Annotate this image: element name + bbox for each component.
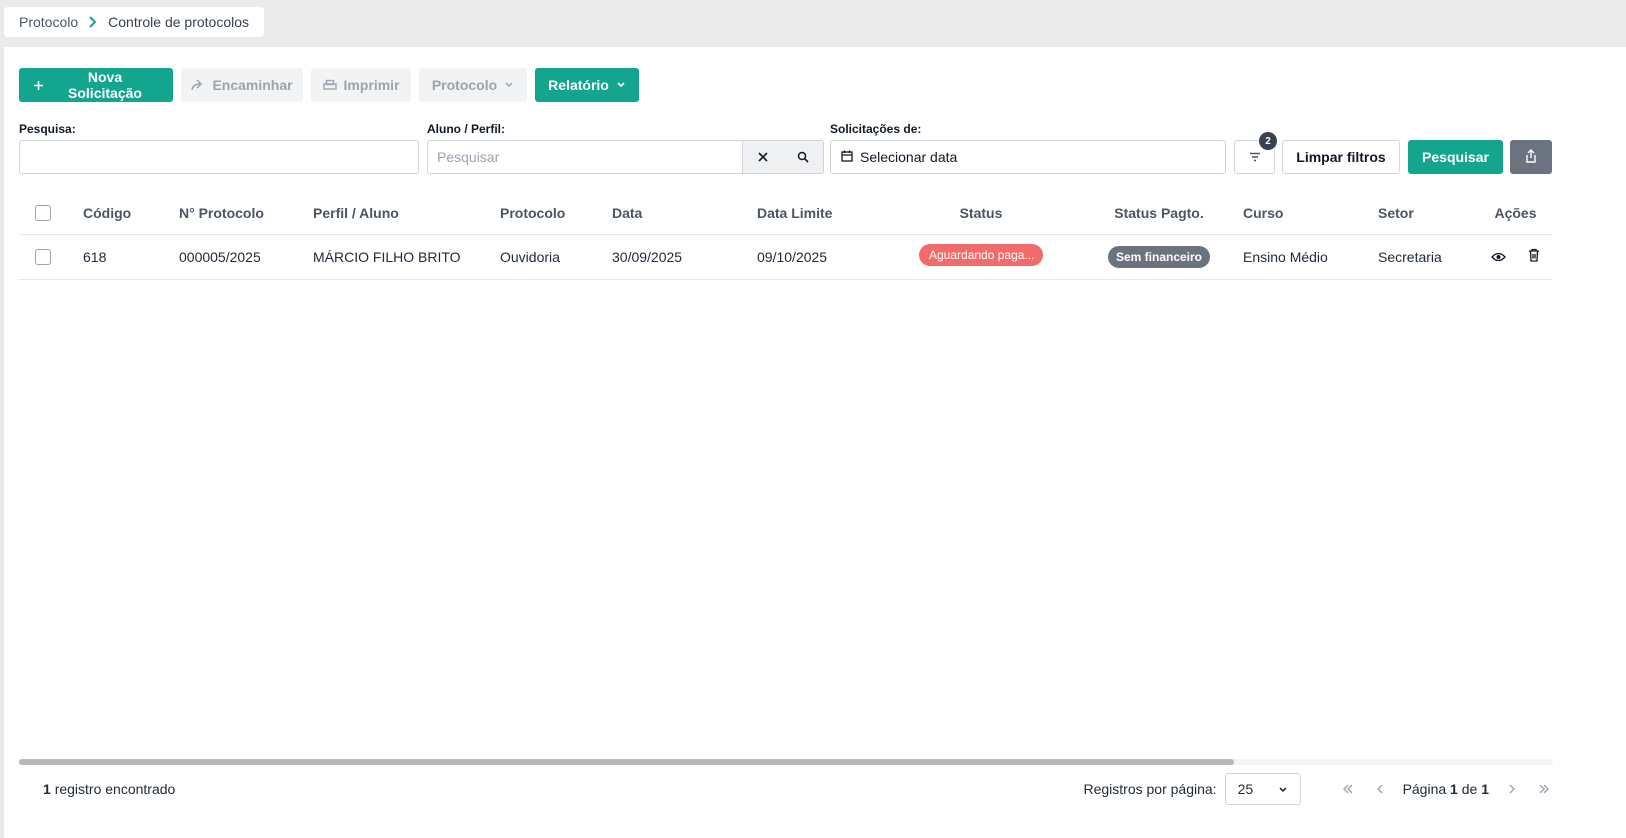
record-count-number: 1 (43, 781, 51, 797)
cell-status-pagto: Sem financeiro (1075, 234, 1243, 280)
printer-icon (322, 79, 337, 91)
pesquisa-field[interactable] (19, 140, 419, 174)
per-page-label: Registros por página: (1083, 781, 1217, 797)
protocolo-dropdown-label: Protocolo (431, 77, 498, 93)
scrollbar-thumb[interactable] (19, 759, 1234, 765)
select-all-cell (19, 192, 83, 235)
imprimir-button[interactable]: Imprimir (311, 68, 411, 102)
cell-acoes (1478, 234, 1553, 280)
forward-icon (191, 79, 205, 91)
table-header-row: Código N° Protocolo Perfil / Aluno Proto… (19, 192, 1553, 235)
header-protocolo[interactable]: Protocolo (500, 192, 612, 235)
chevron-down-icon (1278, 781, 1288, 797)
header-acoes: Ações (1478, 192, 1553, 235)
cell-data: 30/09/2025 (612, 234, 757, 280)
header-setor[interactable]: Setor (1378, 192, 1478, 235)
trash-icon[interactable] (1528, 248, 1540, 265)
calendar-icon (841, 149, 853, 165)
filters-bar: Pesquisa: Aluno / Perfil: Solicitações d… (19, 122, 1626, 182)
plus-icon (33, 80, 44, 91)
export-icon (1525, 148, 1537, 166)
protocols-table: Código N° Protocolo Perfil / Aluno Proto… (19, 192, 1553, 280)
record-count-text: registro encontrado (54, 781, 176, 797)
main-panel: Nova Solicitação Encaminhar Imprimir Pro… (4, 47, 1626, 838)
advanced-filter-button[interactable]: 2 (1234, 132, 1277, 174)
cell-data-limite: 09/10/2025 (757, 234, 887, 280)
first-page-icon[interactable] (1339, 784, 1357, 794)
page-of: de (1461, 781, 1478, 797)
header-curso[interactable]: Curso (1243, 192, 1378, 235)
limpar-filtros-button[interactable]: Limpar filtros (1282, 140, 1400, 174)
header-codigo[interactable]: Código (83, 192, 179, 235)
header-protocolo-num[interactable]: N° Protocolo (179, 192, 313, 235)
table-row[interactable]: 618 000005/2025 MÁRCIO FILHO BRITO Ouvid… (19, 234, 1553, 280)
filter-icon (1249, 149, 1261, 165)
chevron-right-icon (88, 16, 98, 28)
cell-aluno: MÁRCIO FILHO BRITO (313, 234, 500, 280)
protocolo-dropdown[interactable]: Protocolo (419, 68, 527, 102)
cell-protocolo-num: 000005/2025 (179, 234, 313, 280)
table-footer: 1 registro encontrado Registros por pági… (19, 771, 1553, 807)
breadcrumb-current: Controle de protocolos (108, 14, 250, 30)
imprimir-label: Imprimir (343, 77, 400, 93)
page-label: Página (1402, 781, 1447, 797)
breadcrumb: Protocolo Controle de protocolos (4, 7, 265, 37)
select-all-checkbox[interactable] (35, 204, 51, 221)
pagination-area: Registros por página: 25 Página 1 de 1 (1083, 773, 1553, 805)
per-page-select[interactable]: 25 (1224, 773, 1301, 805)
page-indicator: Página 1 de 1 (1403, 781, 1489, 797)
date-picker[interactable]: Selecionar data (830, 140, 1226, 174)
cell-codigo: 618 (83, 234, 179, 280)
header-aluno[interactable]: Perfil / Aluno (313, 192, 500, 235)
cell-status: Aguardando paga... (887, 234, 1075, 280)
solicitacoes-label: Solicitações de: (830, 122, 922, 136)
chevron-down-icon (504, 81, 514, 89)
encaminhar-label: Encaminhar (212, 77, 293, 93)
eye-icon[interactable] (1491, 249, 1506, 265)
cell-curso: Ensino Médio (1243, 234, 1378, 280)
pager: Página 1 de 1 (1339, 781, 1553, 797)
aluno-field-buttons (742, 141, 823, 173)
record-count: 1 registro encontrado (43, 781, 175, 797)
header-status-pagto[interactable]: Status Pagto. (1075, 192, 1243, 235)
page-total: 1 (1481, 781, 1489, 797)
last-page-icon[interactable] (1535, 784, 1553, 794)
encaminhar-button[interactable]: Encaminhar (181, 68, 303, 102)
aluno-field[interactable] (427, 140, 824, 174)
header-data[interactable]: Data (612, 192, 757, 235)
relatorio-dropdown-label: Relatório (548, 77, 609, 93)
filter-count-badge: 2 (1259, 132, 1277, 150)
pesquisa-label: Pesquisa: (19, 122, 76, 136)
per-page-value: 25 (1237, 781, 1254, 797)
nova-solicitacao-button[interactable]: Nova Solicitação (19, 68, 173, 102)
header-data-limite[interactable]: Data Limite (757, 192, 887, 235)
pesquisa-input[interactable] (20, 141, 418, 173)
chevron-down-icon (616, 81, 626, 89)
cell-protocolo: Ouvidoria (500, 234, 612, 280)
export-button[interactable] (1510, 140, 1552, 174)
aluno-search-input[interactable] (428, 141, 745, 173)
row-select-cell (19, 234, 83, 280)
prev-page-icon[interactable] (1371, 784, 1389, 794)
status-badge: Aguardando paga... (919, 244, 1043, 266)
next-page-icon[interactable] (1503, 784, 1521, 794)
aluno-label: Aluno / Perfil: (427, 122, 505, 136)
status-pagto-badge: Sem financeiro (1107, 245, 1211, 268)
close-icon[interactable] (743, 141, 783, 173)
cell-setor: Secretaria (1378, 234, 1478, 280)
search-icon[interactable] (783, 141, 823, 173)
row-checkbox[interactable] (35, 248, 51, 265)
pesquisar-button[interactable]: Pesquisar (1408, 140, 1503, 174)
header-status[interactable]: Status (887, 192, 1075, 235)
breadcrumb-root[interactable]: Protocolo (19, 14, 78, 30)
date-picker-value: Selecionar data (860, 149, 958, 165)
horizontal-scrollbar[interactable] (19, 759, 1553, 765)
nova-solicitacao-label: Nova Solicitação (68, 69, 142, 101)
row-actions (1478, 248, 1553, 265)
relatorio-dropdown[interactable]: Relatório (535, 68, 639, 102)
page-current: 1 (1450, 781, 1458, 797)
toolbar: Nova Solicitação Encaminhar Imprimir Pro… (19, 68, 639, 102)
